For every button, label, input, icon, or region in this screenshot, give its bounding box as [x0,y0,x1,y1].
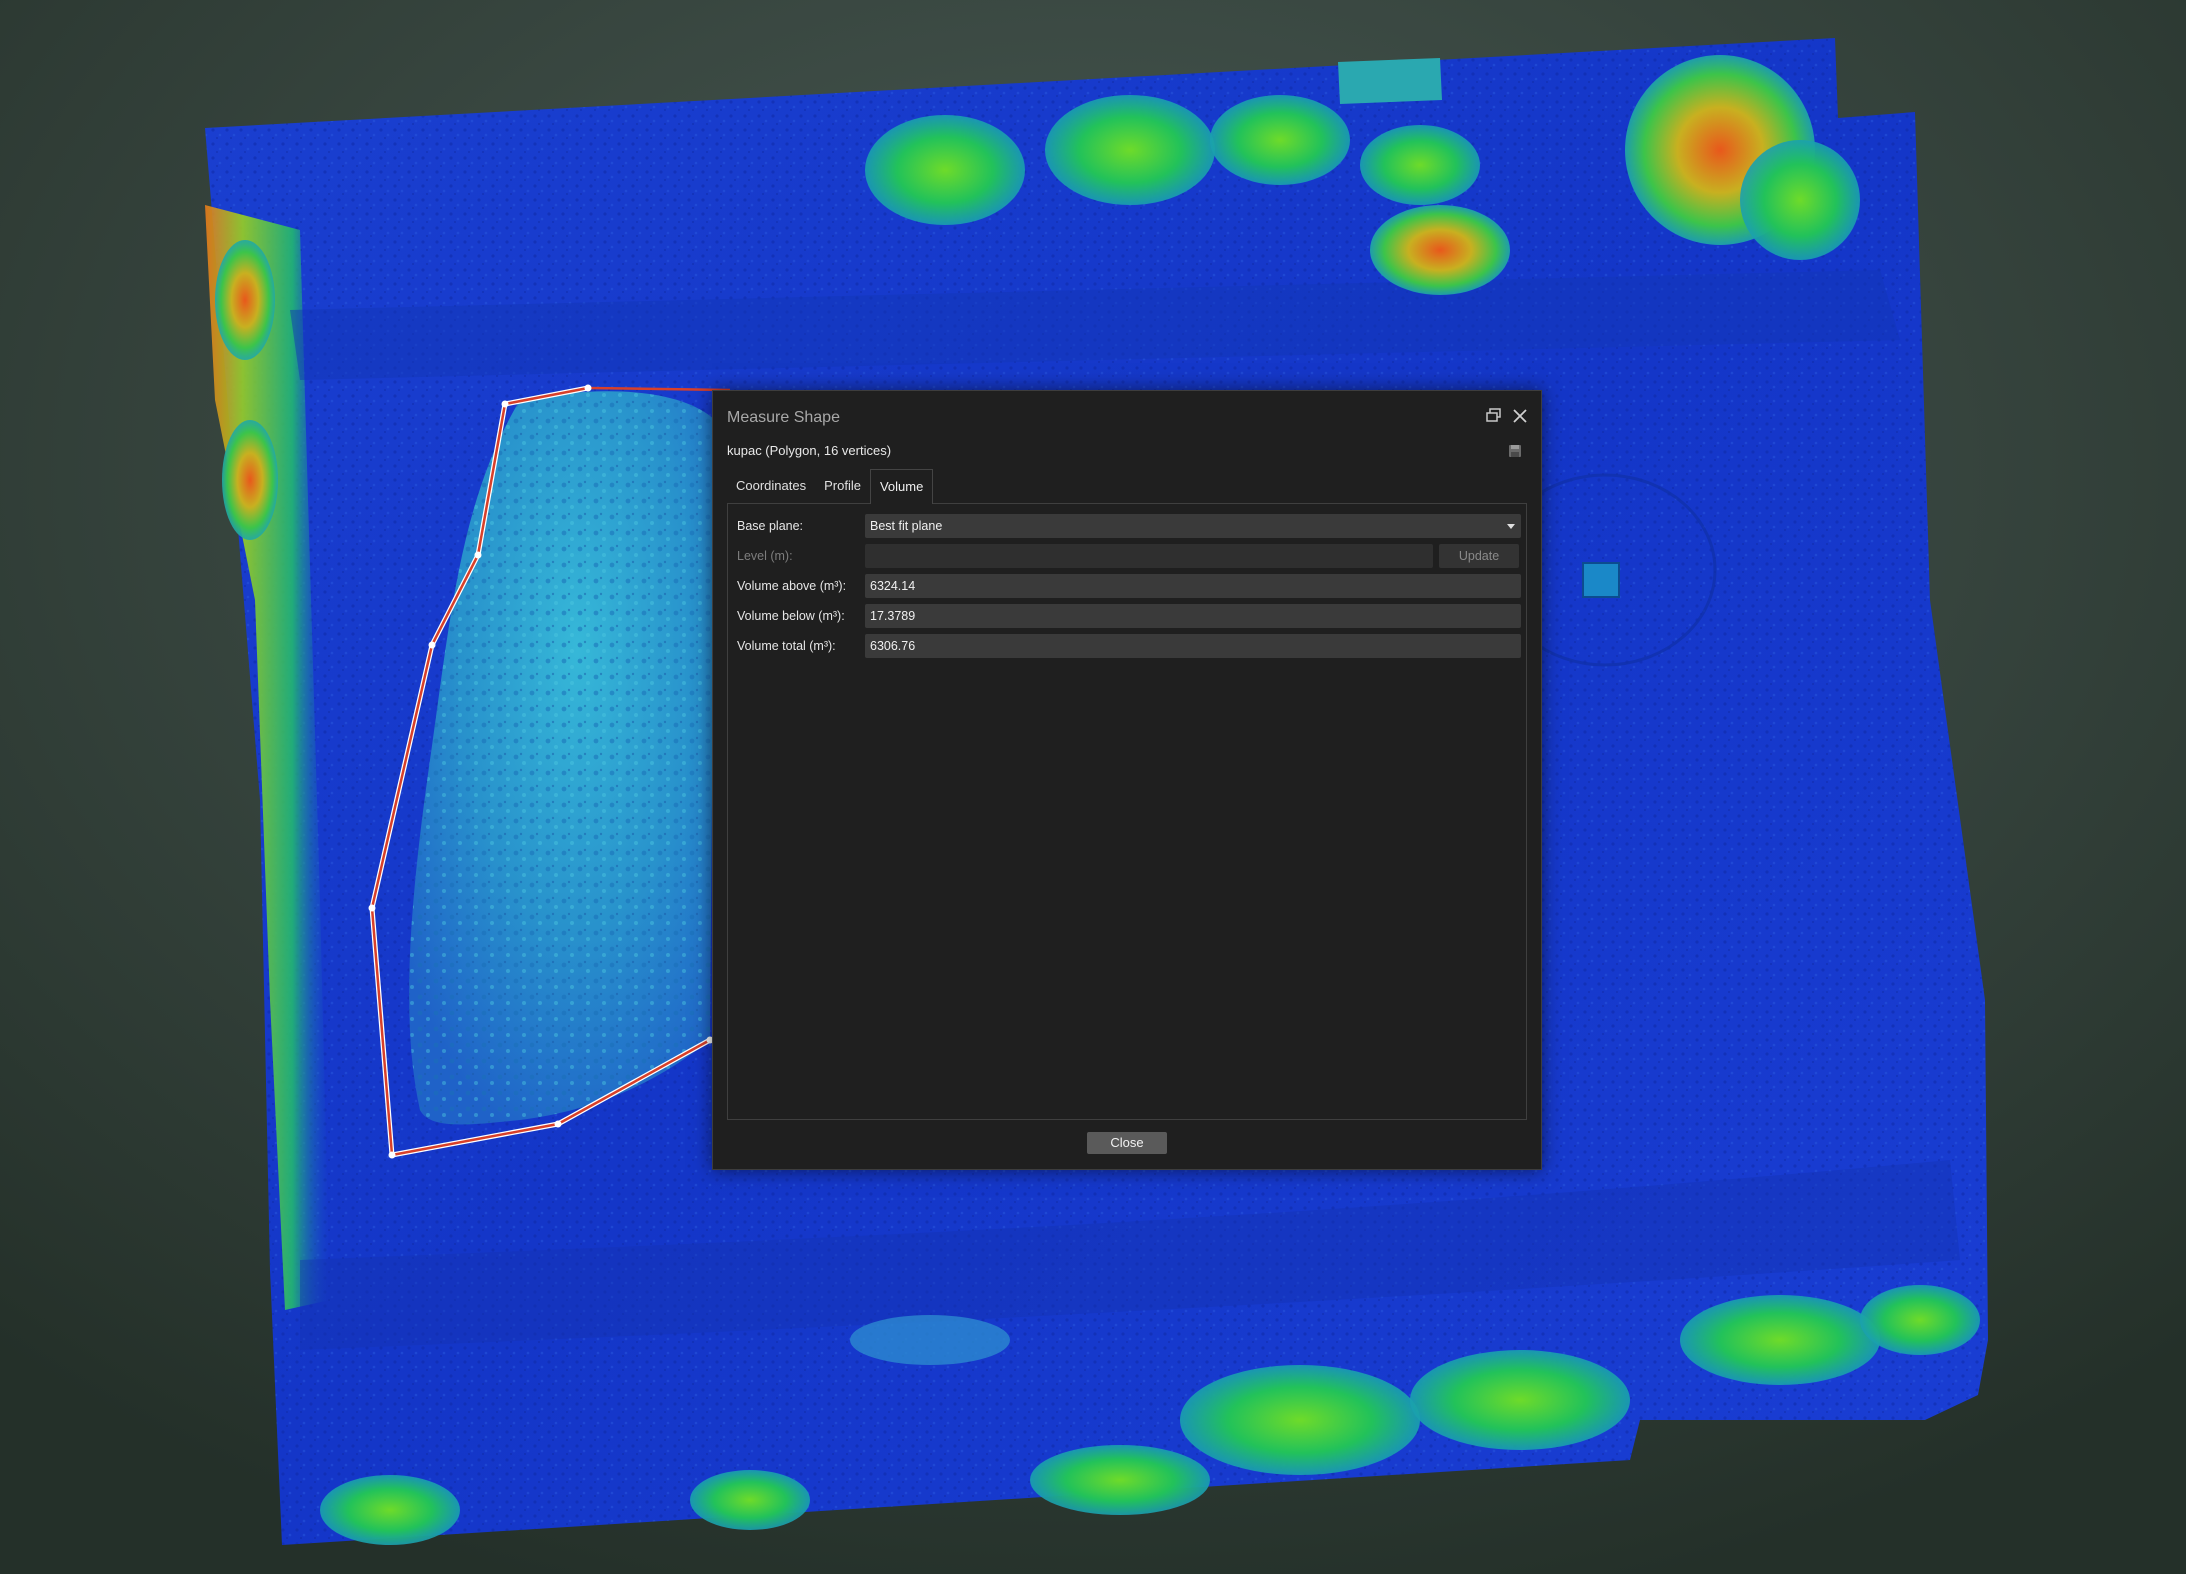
close-icon[interactable] [1509,405,1531,427]
base-plane-select[interactable]: Best fit plane [865,514,1521,538]
level-row: Level (m): Update [737,544,1519,568]
map-viewport[interactable]: Measure Shape kupac (Polygon, 16 vertice… [0,0,2186,1574]
level-input[interactable] [865,544,1433,568]
base-plane-label: Base plane: [737,519,804,533]
tab-profile[interactable]: Profile [815,469,870,503]
volume-below-row: Volume below (m³): 17.3789 [737,604,1521,628]
volume-below-label: Volume below (m³): [737,609,845,623]
volume-total-row: Volume total (m³): 6306.76 [737,634,1521,658]
volume-total-field[interactable]: 6306.76 [865,634,1521,658]
volume-panel: Base plane: Best fit plane Level (m): Up… [727,503,1527,1120]
tab-coordinates[interactable]: Coordinates [727,469,815,503]
volume-above-field[interactable]: 6324.14 [865,574,1521,598]
level-label: Level (m): [737,549,793,563]
close-button[interactable]: Close [1087,1132,1167,1154]
save-icon[interactable] [1507,443,1523,459]
restore-window-icon[interactable] [1483,405,1505,427]
chevron-down-icon [1507,524,1515,529]
measure-shape-dialog[interactable]: Measure Shape kupac (Polygon, 16 vertice… [712,390,1542,1170]
update-button[interactable]: Update [1439,544,1519,568]
base-plane-value: Best fit plane [870,519,943,533]
volume-total-label: Volume total (m³): [737,639,836,653]
tab-volume[interactable]: Volume [869,469,934,504]
dialog-title: Measure Shape [727,409,840,426]
volume-above-row: Volume above (m³): 6324.14 [737,574,1521,598]
volume-below-field[interactable]: 17.3789 [865,604,1521,628]
volume-above-label: Volume above (m³): [737,579,847,593]
shape-subtitle: kupac (Polygon, 16 vertices) [727,443,892,458]
base-plane-row: Base plane: Best fit plane [737,514,1521,538]
tab-bar: Coordinates Profile Volume [727,469,934,504]
